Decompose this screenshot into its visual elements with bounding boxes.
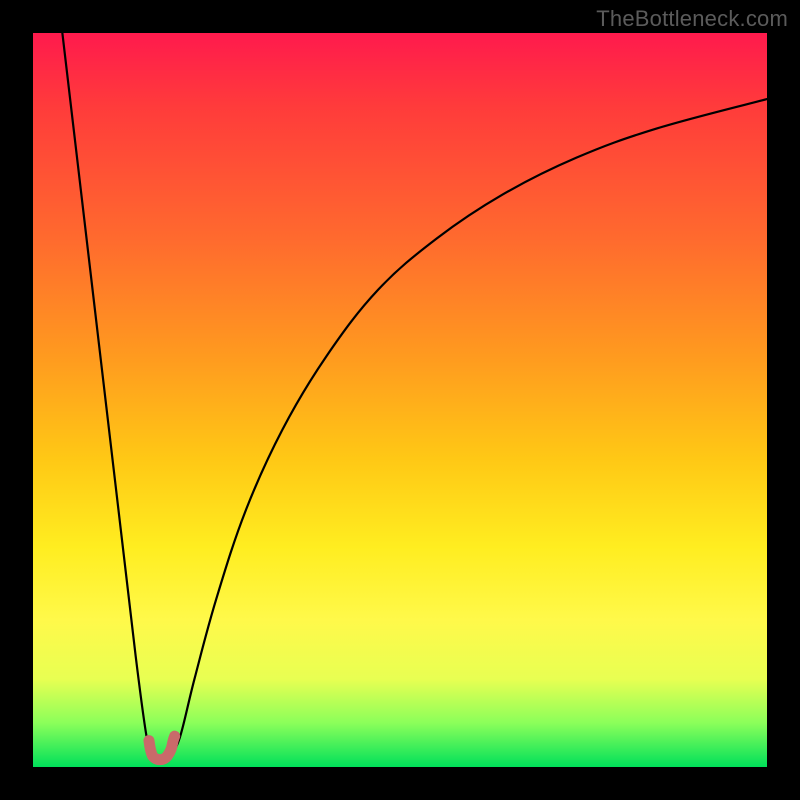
right-branch-curve <box>169 99 767 760</box>
chart-frame: TheBottleneck.com <box>0 0 800 800</box>
watermark-text: TheBottleneck.com <box>596 6 788 32</box>
plot-area <box>33 33 767 767</box>
chart-svg <box>33 33 767 767</box>
bottom-nub-curve <box>149 736 175 759</box>
left-branch-curve <box>62 33 154 760</box>
